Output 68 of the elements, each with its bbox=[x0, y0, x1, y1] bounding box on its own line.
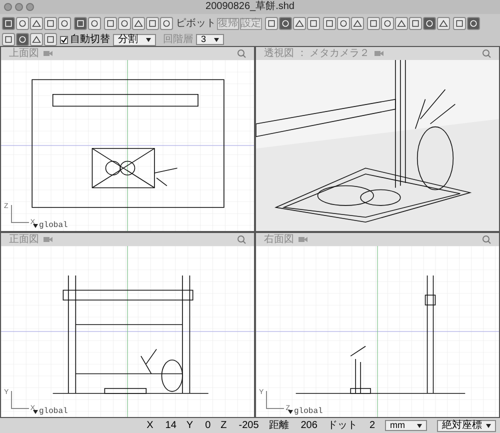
caret-icon bbox=[417, 424, 422, 428]
tool-button[interactable] bbox=[44, 33, 57, 46]
unit-dropdown[interactable]: mm bbox=[385, 420, 427, 431]
coordinate-label: X bbox=[146, 420, 154, 430]
window-title: 20090826_草餅.shd bbox=[206, 2, 294, 12]
coordinate-value: -205 bbox=[238, 420, 259, 430]
view-label: 上面図 bbox=[9, 48, 39, 58]
zoom-icon[interactable] bbox=[482, 49, 491, 58]
origin-label[interactable]: global bbox=[39, 408, 68, 416]
tool-button[interactable] bbox=[118, 17, 131, 30]
tool-button[interactable] bbox=[265, 17, 278, 30]
tool-button[interactable] bbox=[395, 17, 408, 30]
origin-label[interactable]: global bbox=[39, 222, 68, 230]
coordinate-value: 0 bbox=[205, 420, 211, 430]
tool-button[interactable] bbox=[423, 17, 436, 30]
coordinate-label: 距離 bbox=[268, 420, 289, 430]
tool-button[interactable] bbox=[293, 17, 306, 30]
auto-switch-checkbox[interactable]: 自動切替 bbox=[60, 34, 110, 44]
pivot-label: ピボット bbox=[176, 18, 216, 28]
tool-button[interactable] bbox=[160, 17, 173, 30]
tool-button[interactable] bbox=[74, 17, 87, 30]
coordinate-label: Z bbox=[220, 420, 227, 430]
view-label: 右面図 bbox=[264, 234, 294, 244]
caret-icon bbox=[486, 424, 491, 428]
tool-button[interactable] bbox=[453, 17, 466, 30]
tool-button[interactable] bbox=[16, 33, 29, 46]
coordinate-value: 14 bbox=[165, 420, 176, 430]
zoom-icon[interactable] bbox=[237, 235, 246, 244]
tool-button[interactable] bbox=[437, 17, 450, 30]
caret-icon bbox=[33, 410, 38, 414]
coordinate-mode-dropdown[interactable]: 絶対座標 bbox=[437, 420, 496, 432]
tool-button[interactable] bbox=[104, 17, 117, 30]
tool-button[interactable] bbox=[323, 17, 336, 30]
view-label: 透視図 ： メタカメラ２ bbox=[264, 48, 370, 58]
tool-button[interactable] bbox=[30, 17, 43, 30]
level-label: 回階層 bbox=[163, 34, 193, 44]
tool-button[interactable] bbox=[132, 17, 145, 30]
tool-button[interactable] bbox=[146, 17, 159, 30]
split-dropdown[interactable]: 分割 bbox=[113, 34, 156, 46]
tool-button[interactable] bbox=[409, 17, 422, 30]
zoom-icon[interactable] bbox=[237, 49, 246, 58]
tool-button[interactable] bbox=[279, 17, 292, 30]
caret-icon bbox=[288, 410, 293, 414]
tool-button[interactable] bbox=[307, 17, 320, 30]
tool-button[interactable] bbox=[2, 17, 15, 30]
check-icon bbox=[61, 36, 67, 42]
tool-button[interactable] bbox=[337, 17, 350, 30]
tool-button[interactable] bbox=[381, 17, 394, 30]
caret-icon bbox=[146, 38, 151, 42]
zoom-icon[interactable] bbox=[482, 235, 491, 244]
view-label: 正面図 bbox=[9, 234, 39, 244]
tool-button[interactable] bbox=[351, 17, 364, 30]
tool-button[interactable] bbox=[88, 17, 101, 30]
tool-button[interactable] bbox=[467, 17, 480, 30]
origin-label[interactable]: global bbox=[294, 408, 323, 416]
coordinate-value: 2 bbox=[369, 420, 375, 430]
tool-button[interactable] bbox=[367, 17, 380, 30]
tool-button[interactable] bbox=[30, 33, 43, 46]
caret-icon bbox=[214, 38, 220, 42]
tool-button[interactable] bbox=[16, 17, 29, 30]
coordinate-label: Y bbox=[186, 420, 194, 430]
tool-button[interactable] bbox=[44, 17, 57, 30]
coordinate-value: 206 bbox=[300, 420, 318, 430]
caret-icon bbox=[33, 224, 38, 228]
level-dropdown[interactable]: 3 bbox=[196, 34, 224, 45]
coordinate-label: ドット bbox=[327, 420, 358, 430]
tool-button[interactable] bbox=[2, 33, 15, 46]
tool-button[interactable] bbox=[58, 17, 71, 30]
